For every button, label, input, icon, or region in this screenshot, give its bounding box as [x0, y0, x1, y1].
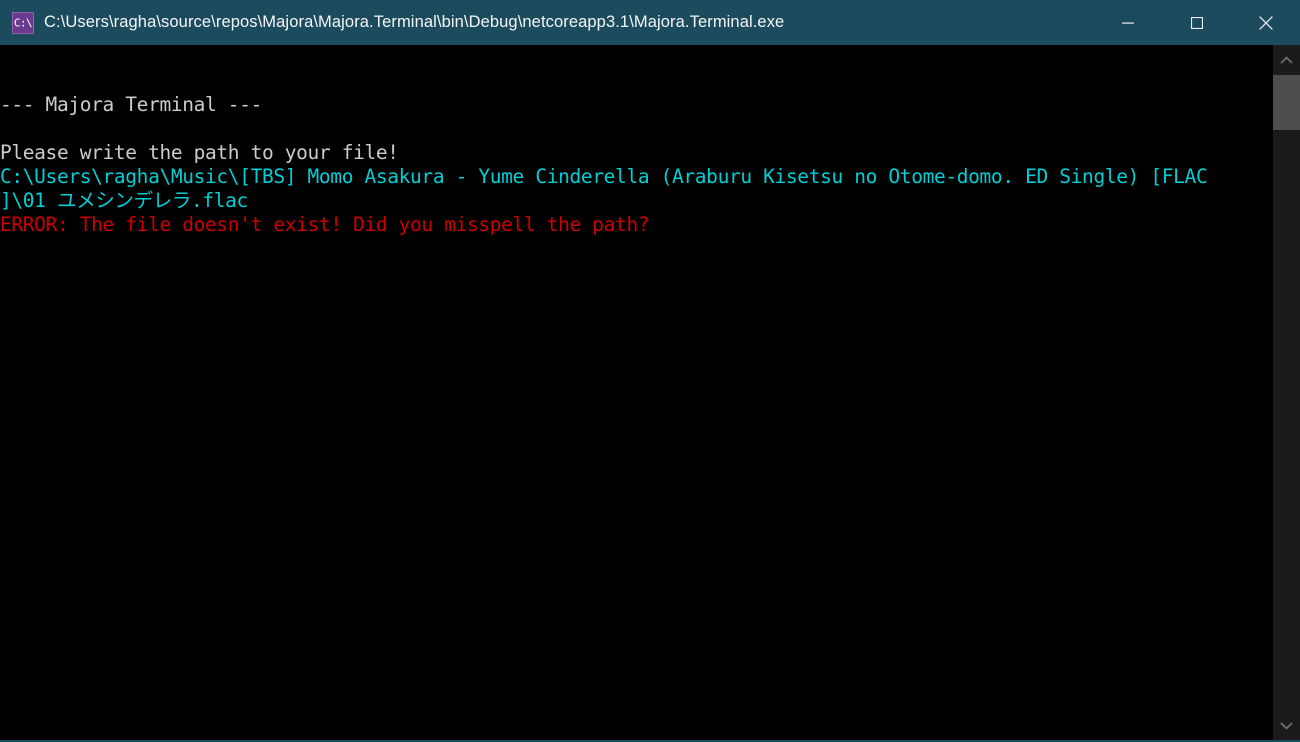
minimize-button[interactable]: [1093, 0, 1162, 45]
console-line-path-wrap: ]\01 ユメシンデレラ.flac: [0, 189, 248, 212]
console-output[interactable]: --- Majora Terminal --- Please write the…: [0, 45, 1272, 740]
window-controls: [1093, 0, 1300, 45]
window-title: C:\Users\ragha\source\repos\Majora\Major…: [44, 13, 785, 31]
console-window: C:\ C:\Users\ragha\source\repos\Majora\M…: [0, 0, 1300, 742]
scroll-up-button[interactable]: [1273, 45, 1300, 75]
console-icon-glyph: C:\: [13, 16, 33, 29]
scrollbar-thumb[interactable]: [1273, 75, 1300, 130]
close-button[interactable]: [1231, 0, 1300, 45]
console-app-icon[interactable]: C:\: [12, 11, 34, 34]
vertical-scrollbar[interactable]: [1272, 45, 1300, 740]
scroll-down-button[interactable]: [1273, 710, 1300, 740]
console-body: --- Majora Terminal --- Please write the…: [0, 45, 1300, 742]
chevron-up-icon: [1280, 55, 1293, 64]
console-line: Please write the path to your file!: [0, 141, 399, 164]
title-bar[interactable]: C:\ C:\Users\ragha\source\repos\Majora\M…: [0, 0, 1300, 45]
console-line-path: C:\Users\ragha\Music\[TBS] Momo Asakura …: [0, 165, 1208, 188]
console-line-error: ERROR: The file doesn't exist! Did you m…: [0, 213, 650, 236]
console-lines: --- Majora Terminal --- Please write the…: [0, 93, 1272, 237]
maximize-button[interactable]: [1162, 0, 1231, 45]
scrollbar-track[interactable]: [1273, 75, 1300, 710]
chevron-down-icon: [1280, 721, 1293, 730]
console-line: --- Majora Terminal ---: [0, 93, 262, 116]
